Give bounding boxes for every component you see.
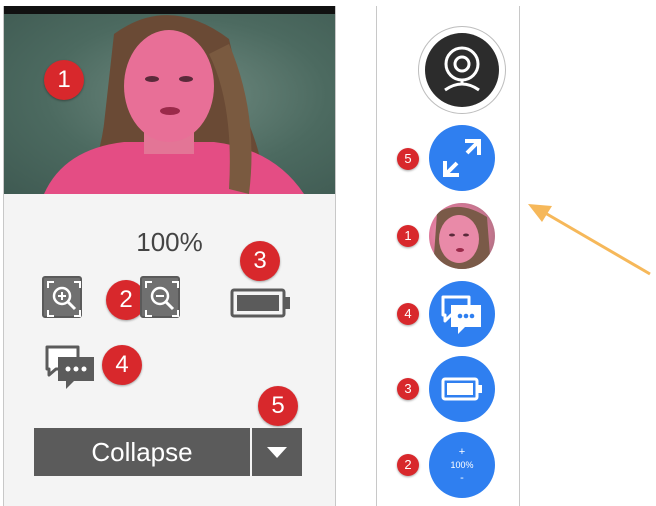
chat-icon (441, 295, 481, 334)
callout-badge-collapse: 5 (258, 386, 298, 426)
callout-badge-battery-collapsed: 3 (397, 378, 419, 400)
zoom-in-button[interactable] (42, 276, 82, 318)
expand-button[interactable] (429, 125, 495, 191)
webcam-toggle-button[interactable] (418, 26, 506, 114)
video-thumbnail-button[interactable] (429, 203, 495, 269)
battery-button[interactable] (429, 356, 495, 422)
collapse-button[interactable]: Collapse (34, 428, 250, 476)
battery-icon (441, 377, 482, 401)
zoom-out-button[interactable] (140, 276, 180, 318)
callout-badge-zoom-collapsed: 2 (397, 454, 419, 476)
panel-title-bar (4, 6, 335, 14)
zoom-plus-label[interactable]: + (429, 446, 495, 458)
expanded-webcam-panel: 1 100% 2 3 4 5 Collapse (3, 6, 336, 506)
callout-badge-chat-collapsed: 4 (397, 303, 419, 325)
presenter-image (44, 15, 304, 194)
battery-icon (230, 288, 290, 318)
webcam-video: 1 (4, 14, 335, 194)
callout-badge-video: 1 (44, 60, 84, 100)
zoom-percentage: 100% (136, 227, 203, 257)
caret-down-icon (267, 447, 287, 458)
zoom-minus-label[interactable]: - (429, 472, 495, 484)
callout-badge-video-thumb: 1 (397, 225, 419, 247)
zoom-button[interactable]: + 100% - (429, 432, 495, 498)
callout-badge-chat: 4 (102, 345, 142, 385)
presenter-thumbnail (433, 206, 491, 269)
zoom-value-label: 100% (450, 460, 474, 470)
expand-arrows-icon (443, 139, 481, 177)
callout-badge-battery: 3 (240, 241, 280, 281)
collapsed-webcam-toolbar: 5 1 4 3 2 + 100% - (376, 6, 520, 506)
collapse-control: Collapse (34, 428, 302, 476)
pointer-arrow-icon (528, 204, 651, 276)
zoom-out-icon (145, 281, 179, 317)
callout-badge-expand: 5 (397, 148, 419, 170)
webcam-icon (444, 46, 480, 92)
collapse-dropdown-button[interactable] (252, 428, 302, 476)
zoom-in-icon (47, 281, 81, 317)
chat-icon[interactable] (44, 343, 98, 393)
chat-button[interactable] (429, 281, 495, 347)
